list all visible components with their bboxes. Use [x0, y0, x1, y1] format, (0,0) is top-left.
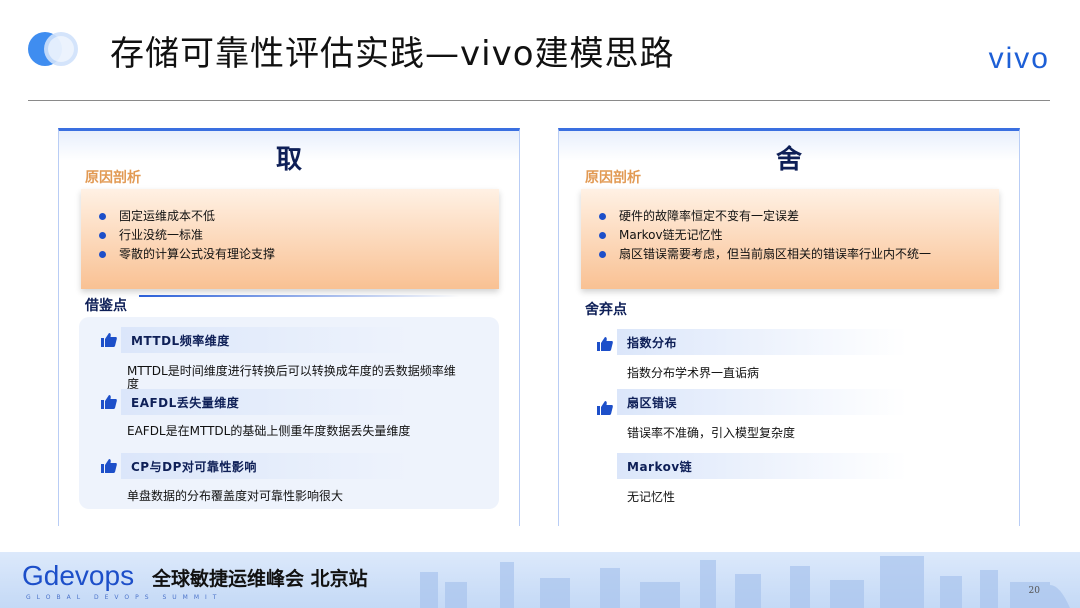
- footer-tagline: GLOBAL DEVOPS SUMMIT: [26, 594, 223, 601]
- item-title-bar: 指数分布: [617, 329, 907, 355]
- reason-item: 行业没统一标准: [99, 226, 499, 245]
- item-title-bar: 扇区错误: [617, 389, 907, 415]
- section-label: 借鉴点: [85, 298, 127, 314]
- item-title-bar: CP与DP对可靠性影响: [121, 453, 411, 479]
- page-number: 20: [1028, 586, 1040, 596]
- section-divider: [139, 295, 459, 297]
- item-title-bar: MTTDL频率维度: [121, 327, 411, 353]
- thumbs-up-icon: [101, 459, 117, 473]
- item-title-bar: Markov链: [617, 453, 907, 479]
- vivo-logo: vivo: [988, 42, 1050, 75]
- footer-subtitle: 全球敏捷运维峰会 北京站: [152, 568, 368, 590]
- item-description: 指数分布学术界一直诟病: [627, 366, 760, 380]
- item-title: 扇区错误: [627, 396, 678, 410]
- item-description: 无记忆性: [627, 490, 676, 504]
- item-description: MTTDL是时间维度进行转换后可以转换成年度的丢数据频率维度: [127, 364, 456, 391]
- reason-item: 硬件的故障率恒定不变有一定误差: [599, 207, 999, 226]
- item-title-bar: EAFDL丢失量维度: [121, 389, 411, 415]
- section-label: 舍弃点: [585, 302, 627, 318]
- item-title: MTTDL频率维度: [131, 334, 230, 348]
- reason-box: 固定运维成本不低 行业没统一标准 零散的计算公式没有理论支撑: [81, 189, 499, 289]
- footer-brand: Gdevops: [22, 560, 135, 591]
- item-title: 指数分布: [627, 336, 678, 350]
- item-title: EAFDL丢失量维度: [131, 396, 240, 410]
- item-description: 错误率不准确，引入模型复杂度: [627, 426, 796, 440]
- reason-box: 硬件的故障率恒定不变有一定误差 Markov链无记忆性 扇区错误需要考虑，但当前…: [581, 189, 999, 289]
- thumbs-up-icon: [597, 337, 613, 351]
- item-description: 单盘数据的分布覆盖度对可靠性影响很大: [127, 489, 344, 503]
- panel-discard: 舍 原因剖析 硬件的故障率恒定不变有一定误差 Markov链无记忆性 扇区错误需…: [558, 128, 1020, 526]
- reason-item: 零散的计算公式没有理论支撑: [99, 245, 499, 264]
- logo-circles-icon: [28, 30, 84, 68]
- thumbs-up-icon: [101, 333, 117, 347]
- thumbs-up-icon: [597, 401, 613, 415]
- reason-item: 扇区错误需要考虑，但当前扇区相关的错误率行业内不统一: [599, 245, 999, 264]
- item-description: EAFDL是在MTTDL的基础上侧重年度数据丢失量维度: [127, 424, 411, 438]
- reason-label: 原因剖析: [585, 170, 641, 186]
- reason-item: 固定运维成本不低: [99, 207, 499, 226]
- thumbs-up-icon: [101, 395, 117, 409]
- item-title: CP与DP对可靠性影响: [131, 460, 257, 474]
- reason-item: Markov链无记忆性: [599, 226, 999, 245]
- panel-take: 取 原因剖析 固定运维成本不低 行业没统一标准 零散的计算公式没有理论支撑 借鉴…: [58, 128, 520, 526]
- header-divider: [28, 100, 1050, 101]
- item-title: Markov链: [627, 460, 693, 474]
- slide-footer: Gdevops 全球敏捷运维峰会 北京站 GLOBAL DEVOPS SUMMI…: [0, 552, 1080, 608]
- page-title: 存储可靠性评估实践—vivo建模思路: [110, 34, 675, 74]
- slide-header: 存储可靠性评估实践—vivo建模思路 vivo: [0, 0, 1080, 100]
- reason-label: 原因剖析: [85, 170, 141, 186]
